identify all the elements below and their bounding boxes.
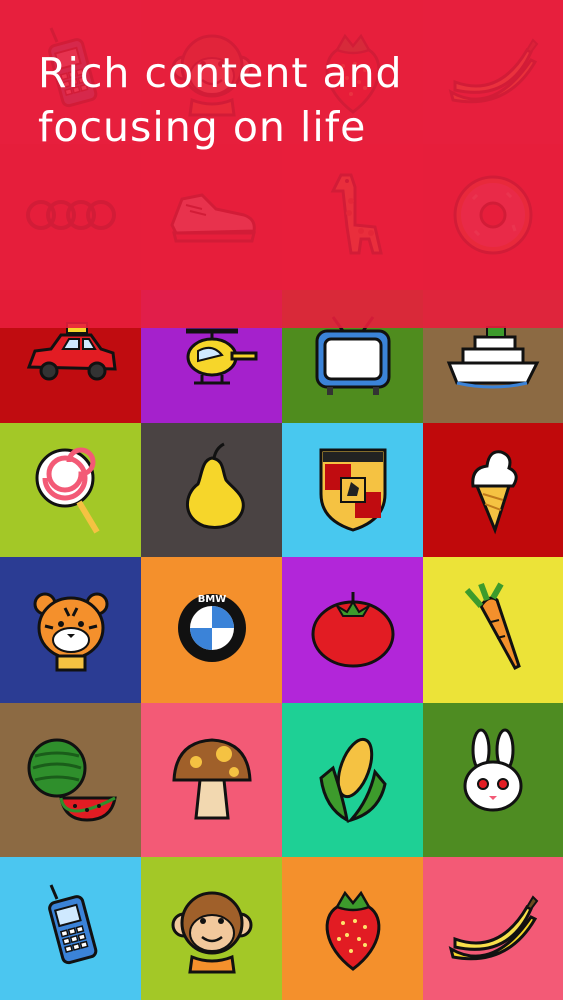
headline: Rich content and focusing on life <box>38 46 538 154</box>
headline-line-1: Rich content and <box>38 49 403 97</box>
picture-tile[interactable] <box>282 857 423 1000</box>
picture-tile[interactable]: BMW <box>141 557 282 703</box>
headline-line-2: focusing on life <box>38 103 367 151</box>
picture-tile[interactable] <box>0 423 141 557</box>
banana-icon <box>443 877 543 981</box>
cellphone-icon <box>21 877 121 981</box>
picture-tile[interactable] <box>423 857 563 1000</box>
watermelon-icon <box>21 728 121 832</box>
ice-cream-icon <box>443 438 543 542</box>
bmw-logo-icon: BMW <box>162 578 262 682</box>
picture-tile[interactable] <box>423 557 563 703</box>
picture-tile[interactable] <box>141 423 282 557</box>
picture-tile[interactable] <box>0 703 141 857</box>
porsche-logo-icon <box>303 438 403 542</box>
mushroom-icon <box>162 728 262 832</box>
tiger-icon <box>21 578 121 682</box>
pear-icon <box>162 438 262 542</box>
rabbit-icon <box>443 728 543 832</box>
lollipop-icon <box>21 438 121 542</box>
picture-tile[interactable] <box>282 703 423 857</box>
picture-tile[interactable] <box>0 857 141 1000</box>
strawberry-icon <box>303 877 403 981</box>
picture-tile[interactable] <box>282 557 423 703</box>
corn-icon <box>303 728 403 832</box>
picture-tile[interactable] <box>0 557 141 703</box>
svg-text:BMW: BMW <box>197 594 226 605</box>
monkey-icon <box>162 877 262 981</box>
picture-tile[interactable] <box>423 703 563 857</box>
picture-tile[interactable] <box>141 703 282 857</box>
picture-tile[interactable] <box>141 857 282 1000</box>
picture-tile[interactable] <box>282 423 423 557</box>
picture-tile[interactable] <box>423 423 563 557</box>
carrot-icon <box>443 578 543 682</box>
tomato-icon <box>303 578 403 682</box>
